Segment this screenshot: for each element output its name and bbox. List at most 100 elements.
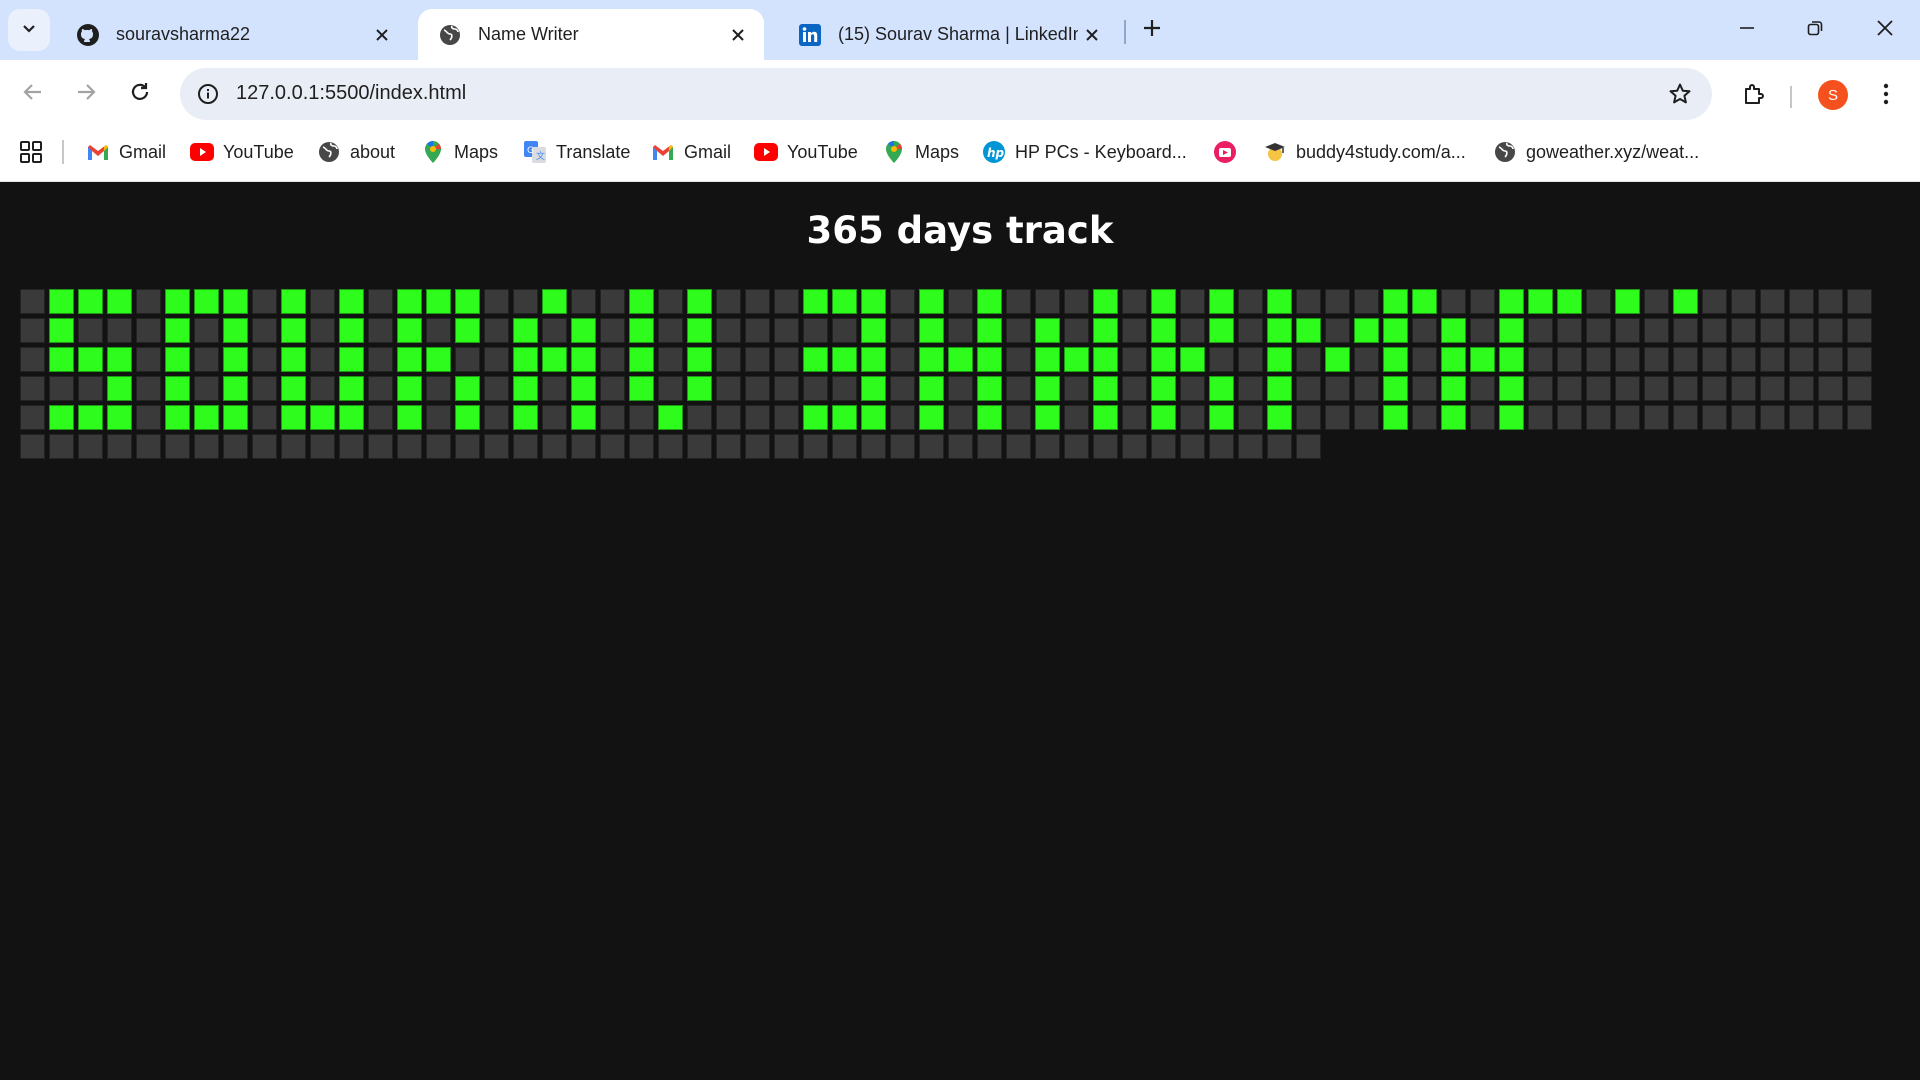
day-cell: [745, 434, 770, 459]
hp-icon: hp: [982, 140, 1006, 164]
day-cell: [1238, 434, 1263, 459]
day-cell: [1238, 347, 1263, 372]
day-cell-active: [513, 347, 538, 372]
day-cell-active: [194, 289, 219, 314]
day-cell: [165, 434, 190, 459]
bookmark-buddy4study[interactable]: buddy4study.com/a...: [1263, 136, 1466, 168]
day-cell-active: [339, 289, 364, 314]
day-cell: [368, 289, 393, 314]
bookmark-translate[interactable]: G文 Translate: [523, 136, 630, 168]
day-cell: [107, 318, 132, 343]
maps-icon: [882, 140, 906, 164]
close-window-button[interactable]: [1860, 8, 1910, 52]
day-cell: [310, 434, 335, 459]
day-cell: [1354, 405, 1379, 430]
day-cell-active: [281, 405, 306, 430]
day-cell: [281, 434, 306, 459]
day-cell: [716, 318, 741, 343]
day-cell-active: [513, 376, 538, 401]
day-cell: [1644, 347, 1669, 372]
kebab-menu-icon[interactable]: [1870, 76, 1902, 112]
day-cell: [774, 289, 799, 314]
day-cell: [1296, 405, 1321, 430]
close-tab-icon[interactable]: [1078, 21, 1106, 49]
day-cell-active: [629, 318, 654, 343]
day-cell: [1615, 347, 1640, 372]
bookmark-gmail-2[interactable]: Gmail: [651, 136, 731, 168]
day-cell-active: [803, 347, 828, 372]
day-cell: [629, 405, 654, 430]
day-cell-active: [1209, 405, 1234, 430]
bookmark-maps-2[interactable]: Maps: [882, 136, 959, 168]
day-cell-active: [919, 289, 944, 314]
day-cell: [774, 318, 799, 343]
day-cell: [1528, 405, 1553, 430]
media-icon: [1213, 140, 1237, 164]
day-cell-active: [107, 405, 132, 430]
day-cell-active: [1267, 318, 1292, 343]
day-cell: [1006, 347, 1031, 372]
day-cell: [1006, 318, 1031, 343]
day-cell: [542, 318, 567, 343]
day-cell-active: [49, 289, 74, 314]
bookmark-youtube-2[interactable]: YouTube: [754, 136, 858, 168]
reload-button[interactable]: [120, 74, 160, 114]
bookmark-label: goweather.xyz/weat...: [1526, 141, 1700, 162]
day-cell-active: [107, 376, 132, 401]
day-cell: [745, 376, 770, 401]
extensions-icon[interactable]: [1736, 76, 1772, 112]
tab-linkedin[interactable]: (15) Sourav Sharma | LinkedIn: [778, 9, 1118, 60]
new-tab-button[interactable]: [1132, 12, 1172, 48]
day-cell: [1470, 289, 1495, 314]
close-tab-icon[interactable]: [368, 21, 396, 49]
bookmark-goweather[interactable]: goweather.xyz/weat...: [1493, 136, 1699, 168]
bookmark-star-icon[interactable]: [1664, 78, 1696, 110]
day-cell: [484, 405, 509, 430]
bookmark-hp[interactable]: hp HP PCs - Keyboard...: [982, 136, 1187, 168]
day-cell: [1006, 376, 1031, 401]
day-cell-active: [1499, 347, 1524, 372]
bookmark-label: Translate: [556, 141, 631, 162]
day-cell: [20, 405, 45, 430]
day-cell-active: [1383, 318, 1408, 343]
day-cell: [194, 347, 219, 372]
tab-github[interactable]: souravsharma22: [56, 9, 408, 60]
day-cell: [310, 318, 335, 343]
bookmark-about[interactable]: about: [317, 136, 395, 168]
day-cell: [1209, 434, 1234, 459]
day-cell: [1296, 347, 1321, 372]
restore-button[interactable]: [1790, 8, 1840, 52]
back-button[interactable]: [13, 74, 53, 114]
day-cell: [1760, 318, 1785, 343]
day-cell: [1122, 376, 1147, 401]
day-cell: [1702, 347, 1727, 372]
bookmark-maps[interactable]: Maps: [421, 136, 498, 168]
address-bar[interactable]: 127.0.0.1:5500/index.html: [180, 68, 1712, 120]
close-tab-icon[interactable]: [724, 21, 752, 49]
url-text[interactable]: 127.0.0.1:5500/index.html: [236, 82, 466, 105]
day-cell: [20, 318, 45, 343]
minimize-button[interactable]: [1722, 8, 1772, 52]
day-cell: [1122, 289, 1147, 314]
bookmark-youtube[interactable]: YouTube: [190, 136, 294, 168]
tab-name-writer[interactable]: Name Writer: [418, 9, 764, 60]
bookmark-gmail[interactable]: Gmail: [86, 136, 166, 168]
day-cell: [803, 434, 828, 459]
tab-search-button[interactable]: [8, 9, 50, 51]
toolbar-separator: [1790, 86, 1792, 108]
day-cell-active: [1557, 289, 1582, 314]
site-info-icon[interactable]: [192, 78, 224, 110]
day-cell: [1557, 318, 1582, 343]
day-cell: [1702, 318, 1727, 343]
day-cell-active: [513, 318, 538, 343]
bookmark-media[interactable]: [1213, 136, 1246, 168]
day-cell-active: [832, 405, 857, 430]
profile-avatar[interactable]: S: [1818, 80, 1848, 110]
day-cell: [890, 347, 915, 372]
day-cell-active: [1151, 318, 1176, 343]
day-cell-active: [1296, 318, 1321, 343]
apps-grid-icon[interactable]: [17, 138, 45, 166]
day-cell: [49, 376, 74, 401]
forward-button[interactable]: [66, 74, 106, 114]
day-cell-active: [1499, 405, 1524, 430]
